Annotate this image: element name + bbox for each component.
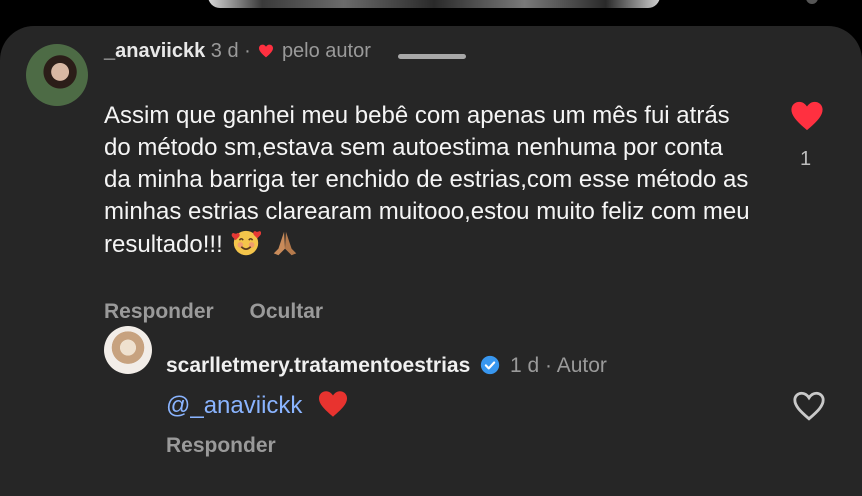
comment-header: _anaviickk 3 d · pelo autor (104, 40, 371, 63)
author-role: Autor (556, 354, 607, 377)
like-heart-icon[interactable] (790, 100, 824, 132)
heart-outline-icon[interactable] (792, 390, 826, 422)
reply-avatar[interactable] (104, 326, 152, 374)
reply-username[interactable]: scarlletmery.tratamentoestrias (166, 354, 470, 377)
drag-handle[interactable] (398, 54, 466, 59)
author-badge: pelo autor (281, 40, 371, 62)
liked-by-author-heart-icon (259, 44, 274, 58)
separator-dot: · (244, 40, 251, 62)
comments-sheet (0, 26, 862, 496)
smiling-face-with-hearts-emoji-icon (232, 230, 262, 256)
like-count[interactable]: 1 (800, 148, 811, 171)
hide-button[interactable]: Ocultar (250, 300, 324, 323)
top-control[interactable] (806, 0, 818, 4)
reply-mention[interactable]: @_anaviickk (166, 392, 302, 419)
comment-text: Assim que ganhei meu bebê com apenas um … (104, 102, 750, 258)
reply-time: 1 d (509, 354, 540, 377)
avatar[interactable] (26, 44, 88, 106)
separator-dot: · (545, 354, 552, 377)
media-preview (208, 0, 660, 8)
comment-actions: Responder Ocultar (104, 300, 353, 324)
reply-header: scarlletmery.tratamentoestrias 1 d · Aut… (166, 354, 607, 378)
comment-time: 3 d (210, 40, 239, 62)
verified-badge-icon (480, 355, 500, 375)
comment-body: Assim que ganhei meu bebê com apenas um … (104, 100, 754, 261)
reply-button[interactable]: Responder (104, 300, 214, 323)
red-heart-emoji-icon (319, 391, 348, 417)
comment-username[interactable]: _anaviickk (104, 40, 205, 62)
reply-reply-button[interactable]: Responder (166, 434, 276, 457)
reply-actions: Responder (166, 434, 276, 458)
reply-body: @_anaviickk (166, 390, 349, 420)
folded-hands-emoji-icon (273, 231, 297, 256)
